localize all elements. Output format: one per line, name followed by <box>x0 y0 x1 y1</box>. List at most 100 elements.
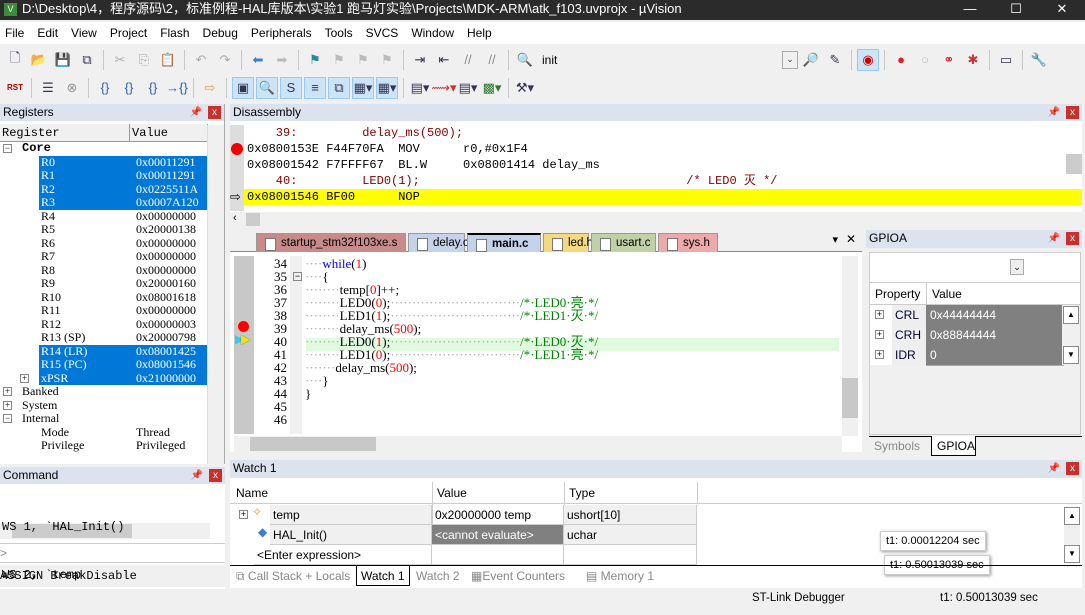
call-stack-icon[interactable]: ⧉ <box>328 76 350 99</box>
disassembly-line[interactable]: 0x0800153E F44F70FA MOV r0,#0x1F4 <box>230 141 1082 157</box>
property-value[interactable]: 0x88844444 <box>926 325 1064 346</box>
code-line[interactable]: 46 <box>230 413 840 426</box>
register-value[interactable]: 0x00000000 <box>136 264 196 278</box>
kill-breakpoints-icon[interactable]: ✱ <box>962 49 984 71</box>
gpio-register-row[interactable]: + CRL 0x44444444 <box>870 305 1066 326</box>
incremental-find-icon[interactable]: ✎ <box>824 49 846 71</box>
pin-icon[interactable]: 📌 <box>1048 104 1060 121</box>
memory-window-icon[interactable]: ▦▾ <box>376 76 398 99</box>
toolbox-icon[interactable]: ⚒▾ <box>514 77 536 99</box>
register-row[interactable]: R6 0x00000000 <box>0 237 224 251</box>
minimize-button[interactable]: — <box>947 0 993 20</box>
trace-window-icon[interactable]: ▤▾ <box>457 77 479 99</box>
register-row[interactable]: R15 (PC) 0x08001546 <box>0 358 224 372</box>
register-row[interactable]: R3 0x0007A120 <box>0 196 224 210</box>
serial-window-icon[interactable]: ▤▾ <box>409 77 431 99</box>
forward-arrow-icon[interactable]: ➡ <box>271 49 293 71</box>
new-file-icon[interactable]: 🗋 <box>4 49 26 71</box>
debug-session-icon[interactable]: ◉ <box>857 48 879 71</box>
register-row[interactable]: Privilege Privileged <box>0 439 224 453</box>
find-icon[interactable]: 🔎 <box>800 49 822 71</box>
register-value[interactable]: 0x0225511A <box>136 183 198 197</box>
expand-icon[interactable]: + <box>875 330 884 339</box>
expand-icon[interactable]: + <box>20 373 29 383</box>
register-row[interactable]: R8 0x00000000 <box>0 264 224 278</box>
register-row[interactable]: R4 0x00000000 <box>0 210 224 224</box>
window-layout-icon[interactable]: ▭ <box>995 49 1017 71</box>
register-value[interactable]: 0x20000160 <box>136 277 196 291</box>
register-row[interactable]: R5 0x20000138 <box>0 223 224 237</box>
pin-icon[interactable]: 📌 <box>191 467 203 484</box>
register-row[interactable]: + xPSR 0x21000000 <box>0 371 224 386</box>
unindent-icon[interactable]: ⇤ <box>433 49 455 71</box>
register-row[interactable]: R12 0x00000003 <box>0 318 224 332</box>
close-panel-icon[interactable]: x <box>1066 232 1079 245</box>
register-value[interactable]: 0x08001425 <box>136 345 196 359</box>
run-to-cursor-icon[interactable]: →{} <box>166 77 188 99</box>
reset-icon[interactable]: RST <box>4 77 26 99</box>
expand-icon[interactable]: + <box>875 350 884 359</box>
cut-icon[interactable]: ✂ <box>109 49 131 71</box>
editor-hscrollbar[interactable] <box>234 436 842 452</box>
menu-edit[interactable]: Edit <box>32 26 66 40</box>
register-value[interactable]: 0x0007A120 <box>136 196 199 210</box>
register-value[interactable]: 0x00011291 <box>136 169 196 183</box>
menu-window[interactable]: Window <box>406 26 462 40</box>
disassembly-line[interactable]: 0x08001542 F7FFFF67 BL.W 0x08001414 dela… <box>230 157 1082 173</box>
collapse-icon[interactable]: − <box>3 414 12 423</box>
close-panel-icon[interactable]: x <box>208 106 221 119</box>
bookmark-icon[interactable]: ⚑ <box>304 49 326 71</box>
disassembly-line[interactable]: 39: delay_ms(500); <box>230 125 1082 141</box>
watch-row[interactable]: + ✧ temp 0x20000000 temp ushort[10] <box>230 505 1060 525</box>
register-row[interactable]: R0 0x00011291 <box>0 155 224 169</box>
tab-call-stack-locals[interactable]: ⧉ Call Stack + Locals <box>232 566 350 586</box>
disassembly-vscroll-thumb[interactable] <box>1066 154 1082 174</box>
expand-icon[interactable]: + <box>239 510 248 519</box>
expand-icon[interactable]: + <box>875 310 884 319</box>
file-tab[interactable]: main.c <box>467 233 541 252</box>
disassembly-line[interactable]: 40: LED0(1); /* LED0 灭 */ <box>230 173 1082 189</box>
gpioa-scrollbar[interactable]: ▲ ▼ <box>1062 305 1080 365</box>
register-column[interactable]: Register <box>0 124 130 141</box>
tab-symbols[interactable]: Symbols <box>874 436 920 456</box>
disassembly-window-icon[interactable]: 🔍 <box>256 76 278 99</box>
watch-window-icon[interactable]: ▦▾ <box>352 76 374 99</box>
tab-watch-1[interactable]: Watch 1 <box>356 566 410 586</box>
registers-window-icon[interactable]: ≡ <box>304 76 326 99</box>
menu-peripherals[interactable]: Peripherals <box>246 26 320 40</box>
menu-tools[interactable]: Tools <box>320 26 361 40</box>
register-value[interactable]: 0x08001618 <box>136 291 196 305</box>
register-row[interactable]: R9 0x20000160 <box>0 277 224 291</box>
analysis-window-icon[interactable]: ⟿▾ <box>431 77 456 99</box>
register-value[interactable]: 0x08001546 <box>136 358 196 372</box>
breakpoint-icon[interactable] <box>231 143 243 155</box>
register-row[interactable]: R13 (SP) 0x20000798 <box>0 331 224 345</box>
find-in-files-icon[interactable]: 🔍 <box>514 49 536 71</box>
peripheral-dropdown-chevron-icon[interactable]: ⌄ <box>1010 259 1024 275</box>
property-value[interactable]: 0x44444444 <box>926 305 1064 326</box>
stop-icon[interactable]: ⊗ <box>61 77 83 99</box>
pin-icon[interactable]: 📌 <box>1048 230 1060 247</box>
menu-flash[interactable]: Flash <box>155 26 197 40</box>
register-value[interactable]: 0x21000000 <box>136 372 196 386</box>
watch-value[interactable]: 0x20000000 temp <box>432 505 564 525</box>
file-tab[interactable]: led.h <box>543 233 593 252</box>
registers-scrollbar[interactable] <box>207 125 224 464</box>
register-value[interactable]: 0x00000000 <box>136 304 196 318</box>
back-arrow-icon[interactable]: ⬅ <box>247 49 269 71</box>
close-panel-icon[interactable]: x <box>1066 106 1079 119</box>
uncomment-icon[interactable]: // <box>481 49 503 71</box>
pin-icon[interactable]: 📌 <box>190 104 202 121</box>
step-over-icon[interactable]: {} <box>118 77 140 99</box>
register-row[interactable]: R11 0x00000000 <box>0 304 224 318</box>
watch-value[interactable] <box>432 545 564 565</box>
tree-node-internal[interactable]: − Internal <box>0 412 224 426</box>
close-panel-icon[interactable]: x <box>1066 462 1079 475</box>
code-editor[interactable]: ▶ ▶ − 34 ····while(1) 35 ····{36 ········tem… <box>230 252 862 452</box>
tab-list-dropdown-icon[interactable]: ▾ <box>832 233 838 246</box>
register-row[interactable]: R10 0x08001618 <box>0 291 224 305</box>
menu-file[interactable]: File <box>0 26 32 40</box>
tab-watch-2[interactable]: Watch 2 <box>412 566 460 586</box>
file-tab[interactable]: startup_stm32f103xe.s <box>256 233 406 252</box>
insert-breakpoint-icon[interactable]: ● <box>890 49 912 71</box>
